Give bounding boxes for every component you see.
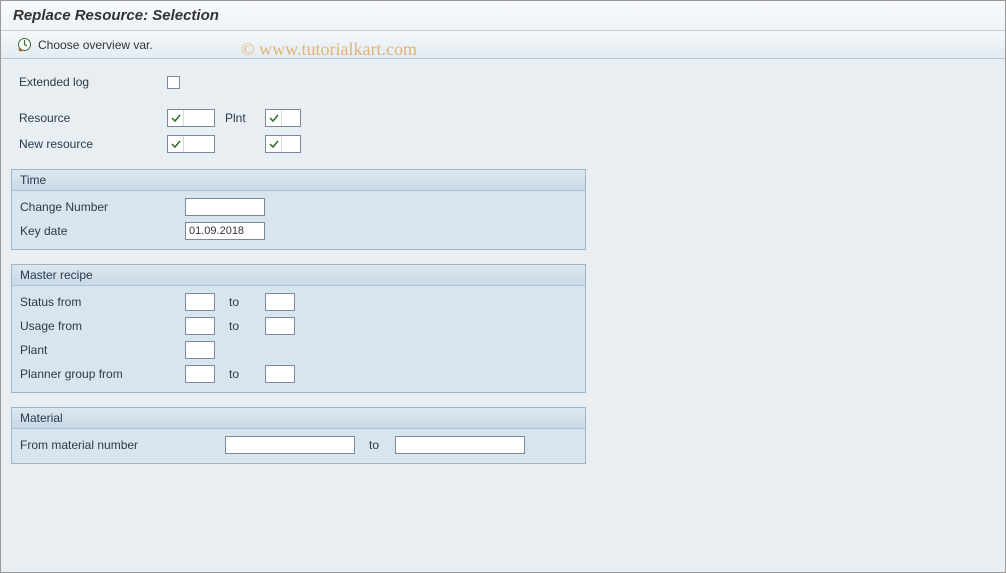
planner-to-input[interactable] (265, 365, 295, 383)
to-label: to (215, 319, 265, 333)
material-group: Material From material number to (11, 407, 586, 464)
to-label: to (355, 438, 395, 452)
extended-log-checkbox[interactable] (167, 76, 180, 89)
from-material-label: From material number (20, 438, 225, 452)
choose-overview-label: Choose overview var. (38, 38, 153, 52)
time-group: Time Change Number Key date (11, 169, 586, 250)
usage-from-label: Usage from (20, 319, 185, 333)
f4-check-icon (266, 110, 282, 126)
usage-to-input[interactable] (265, 317, 295, 335)
plant-label: Plant (20, 343, 185, 357)
planner-group-label: Planner group from (20, 367, 185, 381)
to-label: to (215, 295, 265, 309)
plnt-f4-input[interactable] (265, 109, 301, 127)
toolbar: Choose overview var. (1, 31, 1005, 59)
content-area: Extended log Resource Plnt New (1, 59, 1005, 476)
f4-check-icon (266, 136, 282, 152)
to-label: to (215, 367, 265, 381)
choose-overview-button[interactable]: Choose overview var. (11, 35, 159, 54)
status-from-label: Status from (20, 295, 185, 309)
header-bar: Replace Resource: Selection (1, 1, 1005, 31)
status-from-input[interactable] (185, 293, 215, 311)
to-material-input[interactable] (395, 436, 525, 454)
page-title: Replace Resource: Selection (13, 7, 219, 24)
material-group-title: Material (12, 408, 585, 429)
plant-input[interactable] (185, 341, 215, 359)
from-material-input[interactable] (225, 436, 355, 454)
change-number-label: Change Number (20, 200, 185, 214)
f4-check-icon (168, 110, 184, 126)
key-date-input[interactable] (185, 222, 265, 240)
clock-execute-icon (17, 37, 32, 52)
time-group-title: Time (12, 170, 585, 191)
f4-check-icon (168, 136, 184, 152)
usage-from-input[interactable] (185, 317, 215, 335)
planner-from-input[interactable] (185, 365, 215, 383)
status-to-input[interactable] (265, 293, 295, 311)
master-recipe-title: Master recipe (12, 265, 585, 286)
change-number-input[interactable] (185, 198, 265, 216)
new-plnt-f4-input[interactable] (265, 135, 301, 153)
resource-f4-input[interactable] (167, 109, 215, 127)
key-date-label: Key date (20, 224, 185, 238)
extended-log-label: Extended log (17, 75, 167, 89)
plnt-label: Plnt (215, 111, 265, 125)
resource-label: Resource (17, 111, 167, 125)
new-resource-label: New resource (17, 137, 167, 151)
master-recipe-group: Master recipe Status from to Usage from … (11, 264, 586, 393)
new-resource-f4-input[interactable] (167, 135, 215, 153)
